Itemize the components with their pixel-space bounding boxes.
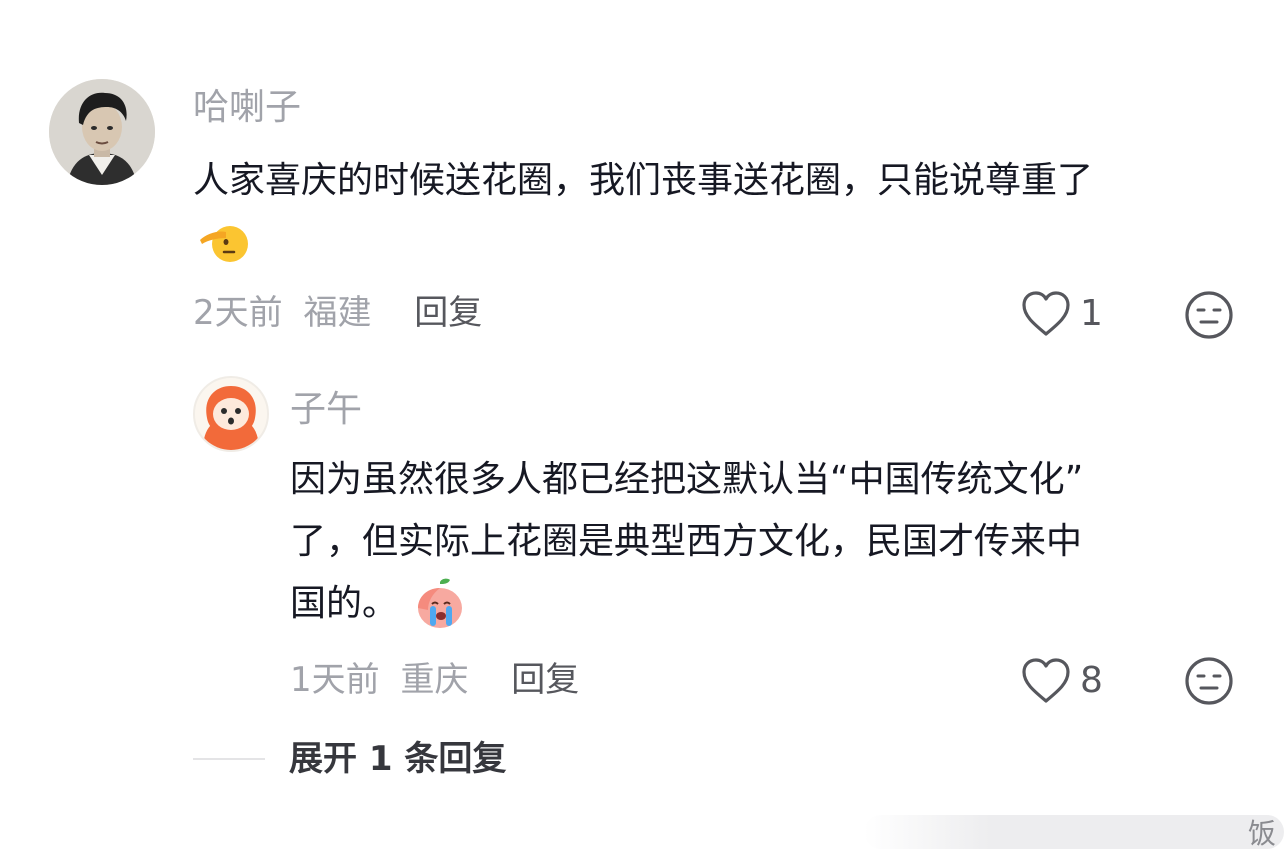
avatar[interactable] bbox=[49, 79, 155, 185]
reply-button[interactable]: 回复 bbox=[511, 660, 579, 700]
expand-replies-label: 展开 1 条回复 bbox=[289, 739, 507, 779]
comment-item: 哈喇子 人家喜庆的时候送花圈，我们丧事送花圈，只能说尊重了 2天前 福建 回复 … bbox=[0, 0, 1284, 360]
comment-text: 人家喜庆的时候送花圈，我们丧事送花圈，只能说尊重了 bbox=[193, 150, 1253, 212]
neutral-face-icon bbox=[1185, 657, 1233, 705]
neutral-face-icon bbox=[1185, 291, 1233, 339]
like-count: 1 bbox=[1080, 293, 1103, 334]
comment-username[interactable]: 子午 bbox=[290, 392, 362, 428]
heart-icon bbox=[1022, 658, 1070, 703]
expand-divider bbox=[193, 758, 265, 760]
comment-time: 2天前 bbox=[193, 293, 283, 333]
portrait-avatar-image bbox=[49, 79, 155, 185]
comment-text: 因为虽然很多人都已经把这默认当“中国传统文化” 了，但实际上花圈是典型西方文化，… bbox=[290, 449, 1250, 635]
comment-meta: 1天前 重庆 回复 bbox=[290, 663, 579, 697]
comment-username[interactable]: 哈喇子 bbox=[193, 90, 301, 126]
watermark: 饭 bbox=[864, 815, 1284, 850]
salute-emoji-icon bbox=[196, 218, 248, 270]
dislike-button[interactable] bbox=[1184, 656, 1234, 710]
expand-replies-button[interactable]: 展开 1 条回复 bbox=[193, 742, 506, 776]
monkey-avatar-image bbox=[195, 378, 267, 450]
avatar[interactable] bbox=[193, 376, 269, 452]
comment-meta: 2天前 福建 回复 bbox=[193, 296, 482, 330]
comment-location: 福建 bbox=[303, 293, 372, 333]
comment-text-line-end: 国的。 bbox=[290, 583, 399, 624]
comment-text-content: 人家喜庆的时候送花圈，我们丧事送花圈，只能说尊重了 bbox=[193, 160, 1094, 201]
crying-peach-emoji-icon bbox=[412, 576, 468, 632]
like-button[interactable]: 8 bbox=[1020, 657, 1103, 705]
heart-icon bbox=[1022, 291, 1070, 336]
comment-location: 重庆 bbox=[400, 660, 469, 700]
like-button[interactable]: 1 bbox=[1020, 290, 1103, 338]
comment-text-line: 了，但实际上花圈是典型西方文化，民国才传来中 bbox=[290, 521, 1083, 562]
dislike-button[interactable] bbox=[1184, 290, 1234, 344]
like-count: 8 bbox=[1080, 660, 1103, 701]
comment-text-line: 因为虽然很多人都已经把这默认当“中国传统文化” bbox=[290, 459, 1084, 500]
comment-text-line: 国的。 bbox=[290, 573, 1250, 635]
comment-time: 1天前 bbox=[290, 660, 380, 700]
watermark-bar bbox=[864, 815, 1284, 849]
reply-button[interactable]: 回复 bbox=[414, 293, 482, 333]
watermark-text: 饭 bbox=[1247, 817, 1276, 850]
